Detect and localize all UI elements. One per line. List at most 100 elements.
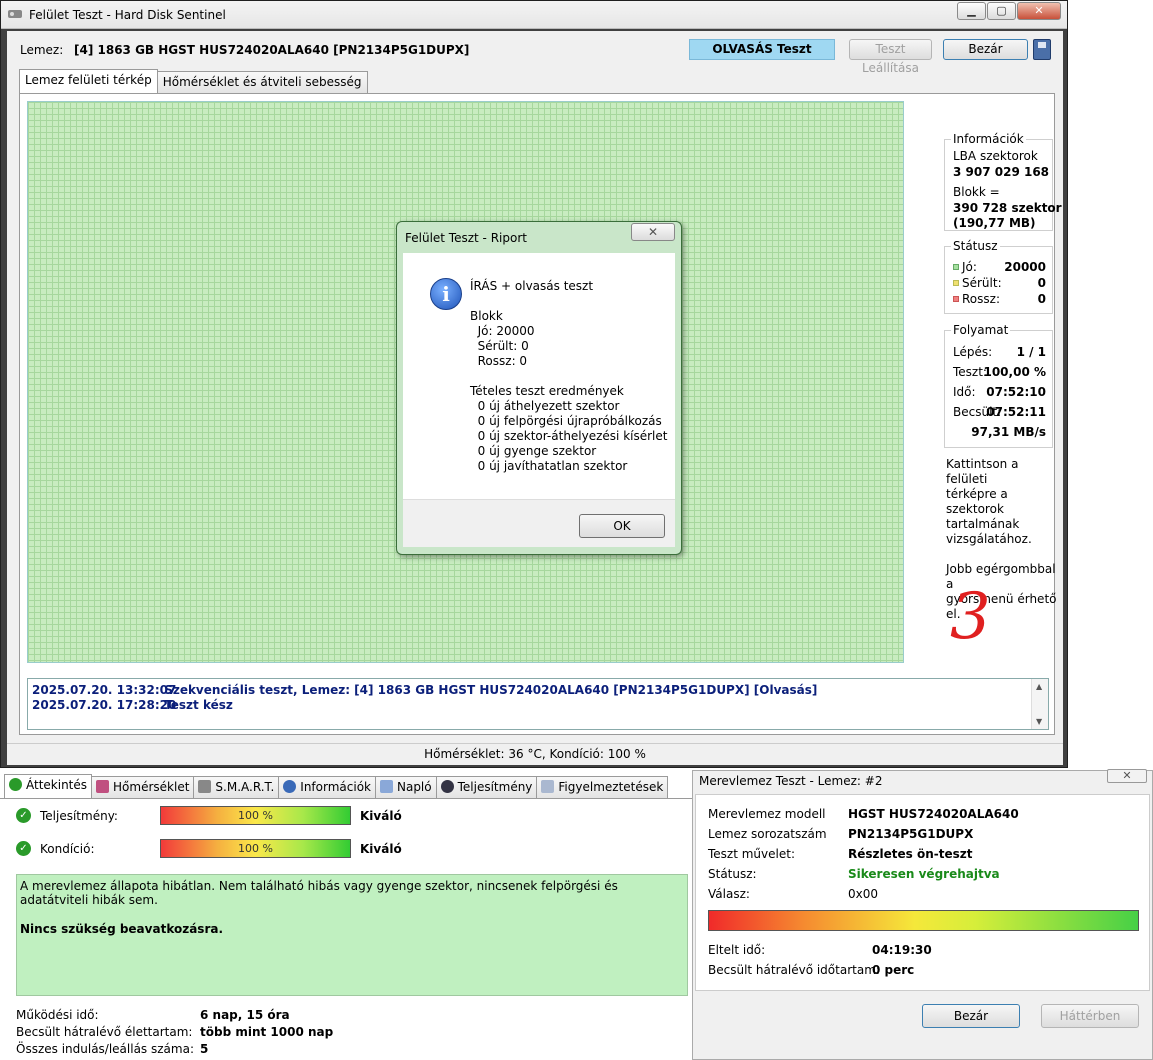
tab-label: Figyelmeztetések (558, 780, 664, 794)
lba-label: LBA szektorok (953, 149, 1038, 163)
bad-value: 0 (1037, 292, 1046, 306)
elapsed-value: 04:19:30 (872, 943, 932, 957)
thermometer-icon (96, 780, 110, 793)
overview-panel: Áttekintés Hőmérséklet S.M.A.R.T. Inform… (0, 770, 692, 1060)
stop-test-button[interactable]: Teszt Leállítása (849, 39, 932, 75)
log-timestamp: 2025.07.20. 13:32:07 (32, 683, 177, 697)
step-label: Lépés: (953, 345, 993, 359)
health-message-text: A merevlemez állapota hibátlan. Nem talá… (20, 879, 618, 907)
log-row: 2025.07.20. 13:32:07 Szekvenciális teszt… (32, 683, 1044, 698)
minimize-button[interactable]: ▁ (957, 2, 986, 20)
maximize-button[interactable]: ▢ (987, 2, 1016, 20)
help-line: vizsgálatához. (946, 532, 1032, 546)
dialog-title: Felület Teszt - Riport (405, 231, 527, 245)
good-swatch-icon (953, 264, 959, 270)
info-group: Információk LBA szektorok 3 907 029 168 … (944, 132, 1062, 231)
disk-name: [4] 1863 GB HGST HUS724020ALA640 [PN2134… (74, 43, 470, 57)
status-damaged-row: Sérült: (953, 276, 1002, 290)
tab-label: Információk (300, 780, 371, 794)
starts-value: 5 (200, 1042, 209, 1056)
uptime-value: 6 nap, 15 óra (200, 1008, 290, 1022)
lifetime-row: Becsült hátralévő élettartam: több mint 1… (16, 1025, 333, 1039)
test-value: 100,00 % (983, 365, 1046, 379)
step-value: 1 / 1 (1016, 345, 1046, 359)
tab-information[interactable]: Információk (278, 776, 376, 798)
close-icon[interactable]: ✕ (1107, 769, 1147, 783)
serial-label: Lemez sorozatszám (708, 827, 827, 841)
detail-line: 0 új felpörgési újrapróbálkozás (470, 414, 662, 428)
tab-alerts[interactable]: Figyelmeztetések (536, 776, 669, 798)
status-row: Státusz: Sikeresen végrehajtva (708, 867, 1000, 881)
tab-label: Áttekintés (26, 778, 88, 792)
tab-label: S.M.A.R.T. (215, 780, 275, 794)
close-button[interactable]: Bezár (922, 1004, 1020, 1028)
check-icon (9, 778, 22, 791)
log-row: 2025.07.20. 17:28:20 Teszt kész (32, 698, 1044, 713)
tab-log[interactable]: Napló (374, 776, 437, 798)
serial-row: Lemez sorozatszám PN2134P5G1DUPX (708, 827, 973, 841)
report-footer: OK (403, 499, 675, 547)
report-heading: ÍRÁS + olvasás teszt (470, 279, 594, 293)
help-line: Kattintson a felületi (946, 457, 1019, 486)
starts-row: Összes indulás/leállás száma: 5 (16, 1042, 208, 1056)
status-bad-row: Rossz: (953, 292, 1000, 306)
save-icon[interactable] (1033, 39, 1051, 60)
detail-header: Tételes teszt eredmények (470, 384, 624, 398)
overview-tabs: Áttekintés Hőmérséklet S.M.A.R.T. Inform… (4, 774, 669, 798)
info-header: Információk (951, 132, 1026, 146)
self-test-body: Merevlemez modell HGST HUS724020ALA640 Le… (695, 794, 1150, 991)
speed-value: 97,31 MB/s (971, 425, 1046, 439)
log-scrollbar[interactable]: ▲ ▼ (1031, 679, 1048, 729)
help-line: térképre a szektorok (946, 487, 1008, 516)
dialog-title: Merevlemez Teszt - Lemez: #2 (699, 774, 883, 788)
check-icon: ✓ (16, 841, 31, 856)
check-icon: ✓ (16, 808, 31, 823)
remaining-label: Becsült hátralévő időtartam: (708, 963, 880, 977)
elapsed-row: Eltelt idő: 04:19:30 (708, 943, 932, 957)
smart-icon (198, 780, 212, 793)
handwritten-mark: 3 (950, 580, 991, 654)
progress-group: Folyamat Lépés: 1 / 1 Teszt: 100,00 % Id… (944, 323, 1053, 448)
tab-performance[interactable]: Teljesítmény (435, 776, 538, 798)
response-value: 0x00 (848, 887, 879, 901)
detail-line: 0 új áthelyezett szektor (470, 399, 620, 413)
self-test-dialog: Merevlemez Teszt - Lemez: #2 ✕ Merevleme… (692, 769, 1153, 1060)
log-message: Szekvenciális teszt, Lemez: [4] 1863 GB … (164, 683, 818, 697)
tab-label: Napló (396, 780, 432, 794)
scroll-down-icon[interactable]: ▼ (1036, 717, 1042, 726)
detail-line: 0 új gyenge szektor (470, 444, 597, 458)
test-label: Teszt: (953, 365, 987, 379)
report-body: i ÍRÁS + olvasás teszt Blokk Jó: 20000 S… (403, 253, 675, 499)
progress-header: Folyamat (951, 323, 1011, 337)
tab-smart[interactable]: S.M.A.R.T. (193, 776, 280, 798)
log-message: Teszt kész (164, 698, 233, 712)
response-row: Válasz: 0x00 (708, 887, 878, 901)
tab-surface-map[interactable]: Lemez felületi térkép (19, 69, 158, 93)
condition-label: Kondíció: (40, 842, 95, 856)
close-window-button[interactable]: ✕ (1017, 2, 1061, 20)
close-button[interactable]: Bezár (943, 39, 1028, 60)
tab-overview[interactable]: Áttekintés (4, 774, 93, 798)
background-button[interactable]: Háttérben (1041, 1004, 1139, 1028)
app-icon (8, 10, 22, 18)
main-tabs: Lemez felületi térkép Hőmérséklet és átv… (19, 69, 368, 93)
tab-temperature-speed[interactable]: Hőmérséklet és átviteli sebesség (156, 71, 368, 93)
block-label: Blokk (470, 309, 503, 323)
bad-label: Rossz: (962, 292, 1000, 306)
scroll-up-icon[interactable]: ▲ (1036, 682, 1042, 691)
window-title: Felület Teszt - Hard Disk Sentinel (29, 8, 226, 22)
close-icon[interactable]: ✕ (631, 223, 675, 241)
bad-count: Rossz: 0 (470, 354, 528, 368)
tab-temperature[interactable]: Hőmérséklet (91, 776, 195, 798)
operation-value: Részletes ön-teszt (848, 847, 973, 861)
status-value: Sikeresen végrehajtva (848, 867, 1000, 881)
lifetime-label: Becsült hátralévő élettartam: (16, 1025, 193, 1039)
operation-row: Teszt művelet: Részletes ön-teszt (708, 847, 972, 861)
model-value: HGST HUS724020ALA640 (848, 807, 1019, 821)
response-label: Válasz: (708, 887, 750, 901)
ok-button[interactable]: OK (579, 514, 665, 538)
health-message-action: Nincs szükség beavatkozásra. (20, 922, 224, 936)
damaged-value: 0 (1037, 276, 1046, 290)
operation-label: Teszt művelet: (708, 847, 795, 861)
condition-bar: 100 % (160, 839, 351, 858)
